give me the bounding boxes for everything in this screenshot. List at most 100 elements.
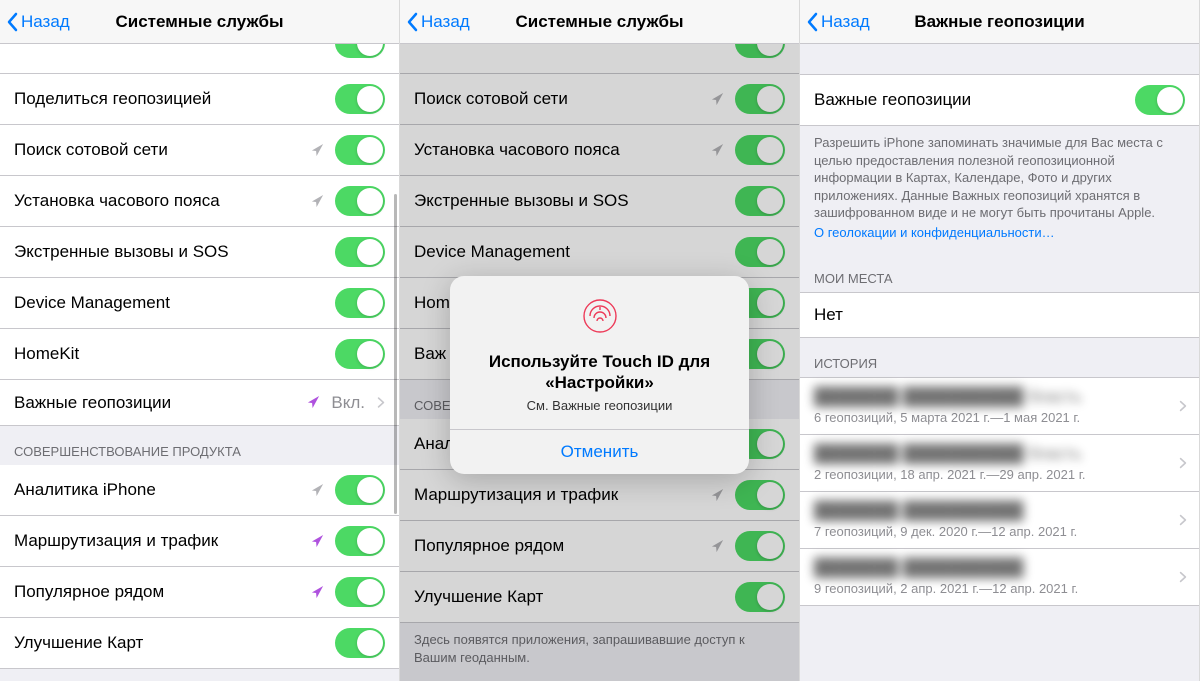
history-subtitle: 7 геопозиций, 9 дек. 2020 г.—12 апр. 202… bbox=[814, 524, 1185, 539]
toggle-switch[interactable] bbox=[335, 475, 385, 505]
settings-row[interactable]: Популярное рядом bbox=[400, 521, 799, 572]
toggle-switch[interactable] bbox=[1135, 85, 1185, 115]
location-arrow-icon bbox=[710, 488, 725, 503]
section-header: МОИ МЕСТА bbox=[800, 253, 1199, 292]
chevron-right-icon bbox=[1179, 400, 1187, 413]
history-title: ███████ ██████████ бласть bbox=[814, 387, 1185, 407]
chevron-left-icon bbox=[406, 12, 418, 32]
row-label: Установка часового пояса bbox=[414, 140, 710, 160]
chevron-left-icon bbox=[806, 12, 818, 32]
settings-row[interactable]: Device Management bbox=[0, 278, 399, 329]
location-arrow-icon bbox=[310, 143, 325, 158]
alert-title: Используйте Touch ID для «Настройки» bbox=[466, 351, 733, 394]
back-label: Назад bbox=[421, 12, 470, 32]
row-label: HomeKit bbox=[14, 344, 335, 364]
partial-row bbox=[0, 44, 399, 74]
back-button[interactable]: Назад bbox=[0, 12, 70, 32]
settings-row[interactable]: Поиск сотовой сети bbox=[0, 125, 399, 176]
settings-row[interactable]: Маршрутизация и трафик bbox=[400, 470, 799, 521]
row-label: Аналитика iPhone bbox=[14, 480, 310, 500]
content: Поделиться геопозицией Поиск сотовой сети… bbox=[0, 44, 399, 681]
toggle-switch[interactable] bbox=[335, 237, 385, 267]
settings-row[interactable]: Установка часового пояса bbox=[400, 125, 799, 176]
chevron-right-icon bbox=[1179, 457, 1187, 470]
location-arrow-icon bbox=[310, 483, 325, 498]
row-value: Вкл. bbox=[331, 393, 365, 413]
history-row[interactable]: ███████ ██████████ бласть 6 геопозиций, 5… bbox=[800, 378, 1199, 435]
toggle-switch[interactable] bbox=[735, 480, 785, 510]
toggle-switch[interactable] bbox=[335, 526, 385, 556]
toggle-switch[interactable] bbox=[335, 186, 385, 216]
history-row[interactable]: ███████ ██████████ 7 геопозиций, 9 дек. … bbox=[800, 492, 1199, 549]
settings-row[interactable]: Аналитика iPhone bbox=[0, 465, 399, 516]
toggle-switch[interactable] bbox=[735, 44, 785, 58]
scrollbar[interactable] bbox=[394, 194, 397, 514]
settings-row[interactable]: Маршрутизация и трафик bbox=[0, 516, 399, 567]
alert-subtitle: См. Важные геопозиции bbox=[466, 398, 733, 413]
description-text: Разрешить iPhone запоминать значимые для… bbox=[814, 135, 1163, 220]
back-label: Назад bbox=[21, 12, 70, 32]
toggle-switch[interactable] bbox=[735, 582, 785, 612]
row-label: Важные геопозиции bbox=[14, 393, 306, 413]
settings-row[interactable]: HomeKit bbox=[0, 329, 399, 380]
row-label: Улучшение Карт bbox=[414, 587, 735, 607]
toggle-switch[interactable] bbox=[335, 135, 385, 165]
location-arrow-icon bbox=[310, 585, 325, 600]
toggle-switch[interactable] bbox=[335, 288, 385, 318]
row-label: Поделиться геопозицией bbox=[14, 89, 335, 109]
settings-row[interactable]: Экстренные вызовы и SOS bbox=[400, 176, 799, 227]
settings-row[interactable]: Установка часового пояса bbox=[0, 176, 399, 227]
history-title: ███████ ██████████ бласть bbox=[814, 444, 1185, 464]
content: Важные геопозиции Разрешить iPhone запом… bbox=[800, 44, 1199, 681]
toggle-switch[interactable] bbox=[335, 339, 385, 369]
back-button[interactable]: Назад bbox=[400, 12, 470, 32]
panel-system-services-2: Назад Системные службы Поиск сотовой сет… bbox=[400, 0, 800, 681]
history-row[interactable]: ███████ ██████████ 9 геопозиций, 2 апр. … bbox=[800, 549, 1199, 606]
settings-row[interactable]: Поиск сотовой сети bbox=[400, 74, 799, 125]
toggle-switch[interactable] bbox=[735, 531, 785, 561]
history-row[interactable]: ███████ ██████████ бласть 2 геопозиции, 1… bbox=[800, 435, 1199, 492]
settings-row[interactable]: Device Management bbox=[400, 227, 799, 278]
settings-row[interactable]: Экстренные вызовы и SOS bbox=[0, 227, 399, 278]
footer-text: Здесь появятся приложения, запрашивавшие… bbox=[400, 623, 799, 674]
touchid-icon bbox=[580, 296, 620, 336]
location-arrow-icon bbox=[310, 534, 325, 549]
row-label: Установка часового пояса bbox=[14, 191, 310, 211]
row-label: Device Management bbox=[414, 242, 735, 262]
toggle-switch[interactable] bbox=[335, 84, 385, 114]
toggle-switch[interactable] bbox=[735, 186, 785, 216]
row-significant-locations-toggle[interactable]: Важные геопозиции bbox=[800, 74, 1199, 126]
row-label: Маршрутизация и трафик bbox=[414, 485, 710, 505]
chevron-left-icon bbox=[6, 12, 18, 32]
history-subtitle: 2 геопозиции, 18 апр. 2021 г.—29 апр. 20… bbox=[814, 467, 1185, 482]
toggle-switch[interactable] bbox=[335, 577, 385, 607]
row-label: Маршрутизация и трафик bbox=[14, 531, 310, 551]
back-button[interactable]: Назад bbox=[800, 12, 870, 32]
location-arrow-icon bbox=[710, 539, 725, 554]
row-label: Экстренные вызовы и SOS bbox=[414, 191, 735, 211]
settings-row[interactable]: Улучшение Карт bbox=[400, 572, 799, 623]
row-label: Важные геопозиции bbox=[814, 90, 1135, 110]
settings-row[interactable]: Популярное рядом bbox=[0, 567, 399, 618]
history-title: ███████ ██████████ bbox=[814, 501, 1185, 521]
row-no-places: Нет bbox=[800, 292, 1199, 338]
location-arrow-icon bbox=[710, 143, 725, 158]
settings-row[interactable]: Поделиться геопозицией bbox=[0, 74, 399, 125]
chevron-right-icon bbox=[377, 396, 385, 409]
navbar: Назад Системные службы bbox=[400, 0, 799, 44]
cancel-button[interactable]: Отменить bbox=[450, 429, 749, 474]
toggle-switch[interactable] bbox=[735, 135, 785, 165]
toggle-switch[interactable] bbox=[335, 628, 385, 658]
history-title: ███████ ██████████ bbox=[814, 558, 1185, 578]
row-significant-locations[interactable]: Важные геопозиции Вкл. bbox=[0, 380, 399, 426]
toggle-switch[interactable] bbox=[735, 237, 785, 267]
toggle-switch[interactable] bbox=[735, 84, 785, 114]
settings-row[interactable]: Улучшение Карт bbox=[0, 618, 399, 669]
history-subtitle: 6 геопозиций, 5 марта 2021 г.—1 мая 2021… bbox=[814, 410, 1185, 425]
chevron-right-icon bbox=[1179, 571, 1187, 584]
privacy-link[interactable]: О геолокации и конфиденциальности… bbox=[814, 224, 1185, 242]
panel-significant-locations: Назад Важные геопозиции Важные геопозици… bbox=[800, 0, 1200, 681]
row-label: Поиск сотовой сети bbox=[14, 140, 310, 160]
content: Поиск сотовой сети Установка часового поя… bbox=[400, 44, 799, 681]
toggle-switch[interactable] bbox=[335, 44, 385, 58]
